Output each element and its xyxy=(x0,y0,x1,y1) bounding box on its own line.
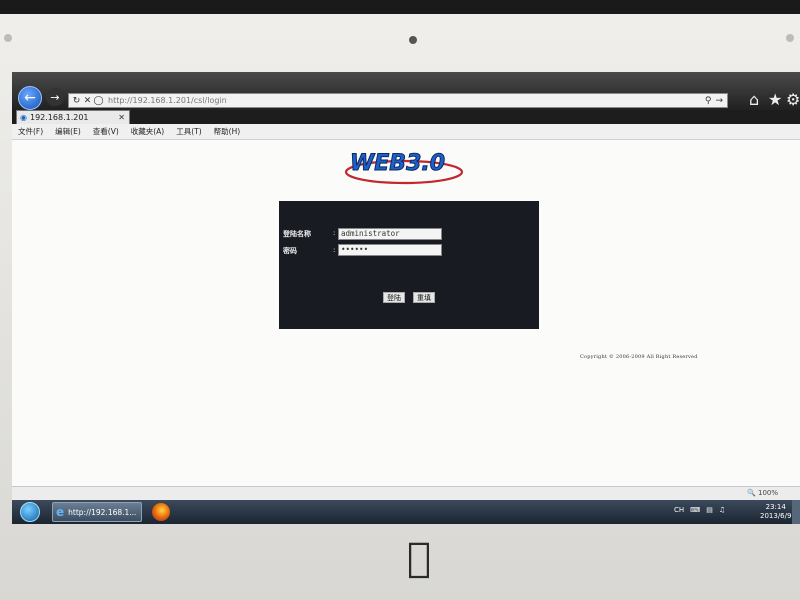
password-input[interactable]: •••••• xyxy=(338,244,442,256)
gear-icon[interactable]: ⚙ xyxy=(786,92,800,108)
web30-logo: WEB3.0 xyxy=(344,151,464,185)
address-bar[interactable]: ↻ ✕ ◯ http://192.168.1.201/csl/login ⚲ → xyxy=(68,93,728,108)
copyright-text: Copyright © 2006-2009 All Right Reserved xyxy=(580,354,698,360)
clock-time: 23:14 xyxy=(765,503,786,511)
ie-favicon-icon: ◉ xyxy=(20,113,27,122)
zoom-level[interactable]: 🔍 100% xyxy=(747,489,778,497)
page-icon: ◯ xyxy=(93,95,104,106)
forward-arrow-icon[interactable]: → xyxy=(46,88,64,106)
login-button[interactable]: 登陆 xyxy=(383,292,405,303)
menu-file[interactable]: 文件(F) xyxy=(18,126,43,137)
tab-login[interactable]: ◉ 192.168.1.201 ✕ xyxy=(16,110,130,124)
clock[interactable]: 23:14 2013/6/9 xyxy=(760,503,791,521)
start-button[interactable] xyxy=(20,502,40,522)
go-arrow-icon[interactable]: → xyxy=(715,96,723,106)
close-icon[interactable]: ✕ xyxy=(118,113,125,122)
home-icon[interactable]: ⌂ xyxy=(749,92,759,108)
bezel-bump xyxy=(786,34,794,42)
logo-text: WEB3.0 xyxy=(350,151,445,176)
tab-strip: ◉ 192.168.1.201 ✕ xyxy=(12,110,800,124)
menu-favorites[interactable]: 收藏夹(A) xyxy=(131,126,164,137)
search-icon[interactable]: ⚲ xyxy=(705,96,712,106)
apple-logo-icon:  xyxy=(400,536,438,580)
network-icon[interactable]: ▤ xyxy=(706,506,713,514)
username-label: 登陆名称 xyxy=(283,230,311,238)
keyboard-icon[interactable]: ⌨ xyxy=(690,506,700,514)
colon: : xyxy=(333,229,336,237)
system-tray: CH ⌨ ▤ ♫ xyxy=(674,506,725,514)
bezel-bump xyxy=(4,34,12,42)
status-bar: 🔍 100% xyxy=(12,486,800,500)
menu-edit[interactable]: 编辑(E) xyxy=(55,126,81,137)
browser-toolbar: ← → ↻ ✕ ◯ http://192.168.1.201/csl/login… xyxy=(12,72,800,112)
zoom-value: 100% xyxy=(757,489,778,497)
screen: ← → ↻ ✕ ◯ http://192.168.1.201/csl/login… xyxy=(12,72,800,524)
login-panel: 登陆名称 : administrator 密码 : •••••• 登陆 重填 xyxy=(279,201,539,329)
webcam xyxy=(409,36,417,44)
password-label: 密码 xyxy=(283,247,297,255)
stop-icon[interactable]: ✕ xyxy=(82,96,93,106)
username-input[interactable]: administrator xyxy=(338,228,442,240)
taskbar-ie-window[interactable]: e http://192.168.1... xyxy=(52,502,142,522)
back-arrow-icon[interactable]: ← xyxy=(18,86,42,110)
menu-view[interactable]: 查看(V) xyxy=(93,126,119,137)
page-content: WEB3.0 登陆名称 : administrator 密码 : •••••• … xyxy=(12,140,800,500)
taskbar-ie-label: http://192.168.1... xyxy=(68,507,137,517)
menu-help[interactable]: 帮助(H) xyxy=(214,126,241,137)
colon: : xyxy=(333,246,336,254)
language-indicator[interactable]: CH xyxy=(674,506,684,514)
taskbar: e http://192.168.1... CH ⌨ ▤ ♫ 23:14 201… xyxy=(12,500,800,524)
star-icon[interactable]: ★ xyxy=(768,92,782,108)
volume-icon[interactable]: ♫ xyxy=(719,506,725,514)
reset-button[interactable]: 重填 xyxy=(413,292,435,303)
firefox-icon[interactable] xyxy=(152,503,170,521)
bezel-top-edge xyxy=(0,0,800,14)
address-url[interactable]: http://192.168.1.201/csl/login xyxy=(108,96,227,105)
clock-date: 2013/6/9 xyxy=(760,512,792,520)
show-desktop-button[interactable] xyxy=(792,500,800,524)
menu-bar: 文件(F) 编辑(E) 查看(V) 收藏夹(A) 工具(T) 帮助(H) xyxy=(12,124,800,140)
menu-tools[interactable]: 工具(T) xyxy=(176,126,201,137)
refresh-icon[interactable]: ↻ xyxy=(71,96,82,106)
laptop-bezel:  ← → ↻ ✕ ◯ http://192.168.1.201/csl/log… xyxy=(0,0,800,600)
tab-title: 192.168.1.201 xyxy=(29,113,89,122)
ie-icon: e xyxy=(56,505,65,519)
